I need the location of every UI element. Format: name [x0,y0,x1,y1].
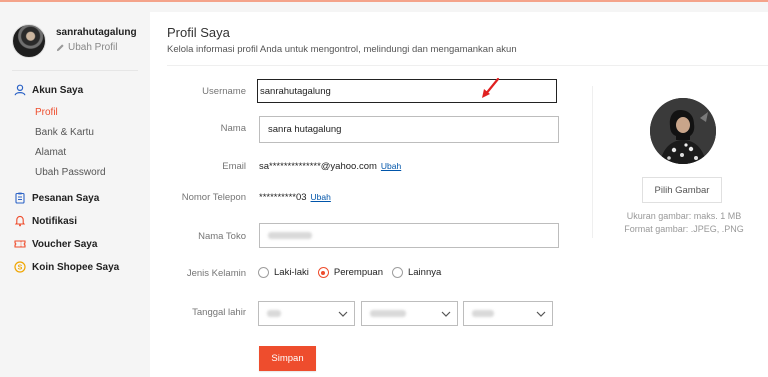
dob-day-select[interactable] [258,301,355,326]
profile-card: Profil Saya Kelola informasi profil Anda… [150,12,768,377]
gender-radio-group: Laki-laki Perempuan Lainnya [258,267,450,278]
radio-circle [391,267,403,278]
red-arrow-icon [482,77,500,98]
sidebar-item-koin[interactable]: S Koin Shopee Saya [14,259,119,275]
phone-change-link[interactable]: Ubah [311,192,331,202]
sidebar: sanrahutagalung Ubah Profil Akun Saya Pr… [0,2,150,377]
sidebar-item-akun[interactable]: Akun Saya [14,82,83,98]
edit-profile-link[interactable]: Ubah Profil [56,42,117,53]
username-value: sanrahutagalung [260,85,331,97]
sidebar-subitem-bank[interactable]: Bank & Kartu [35,127,94,138]
page-subtitle: Kelola informasi profil Anda untuk mengo… [167,44,517,55]
email-label: Email [222,161,246,172]
phone-value: **********03 [259,192,307,203]
radio-label: Laki-laki [274,267,309,278]
chevron-down-icon [441,311,451,317]
gender-label: Jenis Kelamin [186,268,246,279]
email-change-link[interactable]: Ubah [381,161,401,171]
sidebar-item-label: Akun Saya [32,84,84,96]
dob-month-blurred [370,310,406,317]
user-icon [14,84,26,96]
dob-label: Tanggal lahir [192,307,246,318]
edit-profile-label: Ubah Profil [68,42,118,53]
radio-label: Perempuan [333,267,383,278]
sidebar-item-label: Voucher Saya [32,238,98,250]
chevron-down-icon [338,311,348,317]
profile-photo [650,98,716,164]
svg-text:S: S [18,265,23,272]
sidebar-item-label: Pesanan Saya [32,192,100,204]
header-divider [167,65,768,66]
pick-image-button[interactable]: Pilih Gambar [642,177,722,203]
dob-month-select[interactable] [361,301,458,326]
username-label: Username [202,86,246,97]
pencil-icon [56,44,64,52]
sidebar-item-notifikasi[interactable]: Notifikasi [14,213,77,229]
username-input[interactable]: sanrahutagalung [257,79,557,103]
ticket-icon [14,240,26,248]
toko-input[interactable] [259,223,559,248]
sidebar-item-label: Notifikasi [32,215,78,227]
bell-icon [14,215,26,227]
user-summary: sanrahutagalung Ubah Profil [12,22,142,62]
sidebar-item-voucher[interactable]: Voucher Saya [14,236,97,252]
save-button[interactable]: Simpan [259,346,316,371]
gender-option-lainnya[interactable]: Lainnya [391,267,442,278]
coin-icon: S [14,261,26,273]
avatar[interactable] [12,24,46,58]
phone-row: **********03 Ubah [259,192,331,203]
dob-year-blurred [472,310,494,317]
photo-panel-divider [592,86,593,238]
radio-label: Lainnya [407,267,442,278]
nama-label: Nama [220,123,246,134]
sidebar-username: sanrahutagalung [56,27,137,38]
sidebar-subitem-alamat[interactable]: Alamat [35,147,66,158]
toko-value-blurred [268,232,312,239]
radio-circle [258,267,269,278]
clipboard-icon [15,192,25,204]
dob-day-blurred [267,310,281,317]
toko-label: Nama Toko [198,231,246,242]
email-row: sa**************@yahoo.com Ubah [259,161,401,172]
sidebar-item-label: Koin Shopee Saya [32,261,120,273]
email-value: sa**************@yahoo.com [259,161,377,172]
gender-option-laki[interactable]: Laki-laki [258,267,309,278]
sidebar-subitem-profil[interactable]: Profil [35,107,58,118]
dob-year-select[interactable] [463,301,553,326]
nama-input[interactable]: sanra hutagalung [259,116,559,143]
nama-value: sanra hutagalung [268,124,342,135]
image-size-hint: Ukuran gambar: maks. 1 MB [626,211,742,221]
gender-option-perempuan[interactable]: Perempuan [317,267,383,278]
page-title: Profil Saya [167,25,230,40]
chevron-down-icon [536,311,546,317]
profile-photo-image [650,98,716,164]
sidebar-item-pesanan[interactable]: Pesanan Saya [14,190,99,206]
phone-label: Nomor Telepon [181,192,246,203]
radio-circle-checked [317,267,329,278]
sidebar-divider [12,70,138,71]
image-format-hint: Format gambar: .JPEG, .PNG [624,224,744,234]
sidebar-subitem-password[interactable]: Ubah Password [35,167,106,178]
